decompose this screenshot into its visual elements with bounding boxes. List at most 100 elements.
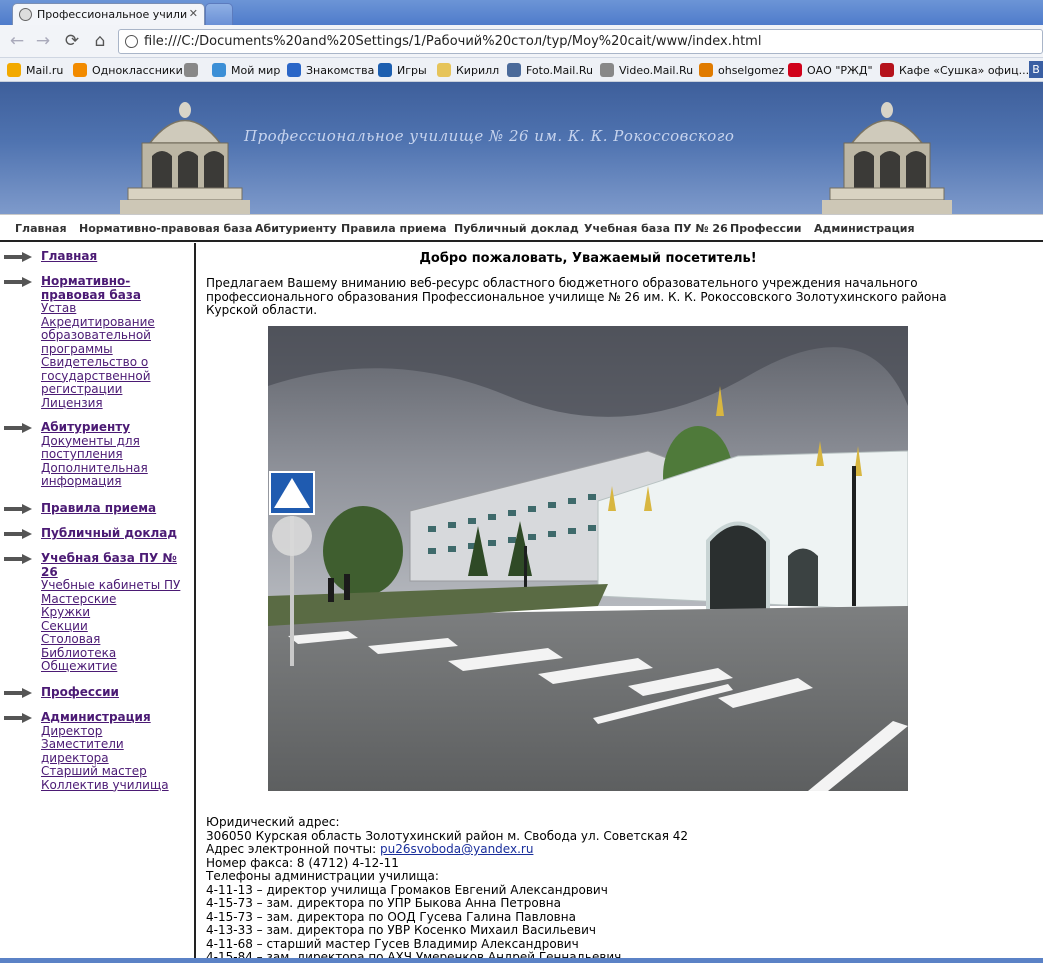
topmenu-professions[interactable]: Профессии <box>730 222 801 235</box>
college-building-photo <box>268 326 908 791</box>
bookmark-label: Знакомства <box>306 63 375 77</box>
welcome-heading: Добро пожаловать, Уважаемый посетитель! <box>419 251 757 266</box>
sidebar-heading-link[interactable]: Нормативно-правовая база <box>41 274 191 302</box>
bookmark-item[interactable]: Знакомства <box>287 62 374 78</box>
reload-icon[interactable]: ⟳ <box>61 31 83 51</box>
sidebar-sub-link[interactable]: Свидетельство о государственной регистра… <box>41 355 191 397</box>
phones-label: Телефоны администрации училища: <box>206 869 439 883</box>
email-line: Адрес электронной почты: pu26svoboda@yan… <box>206 842 1006 857</box>
sidebar-heading-link[interactable]: Учебная база ПУ № 26 <box>41 551 191 579</box>
sidebar-sub-link[interactable]: Директор <box>41 724 191 739</box>
home-icon[interactable]: ⌂ <box>89 31 111 51</box>
sidebar-sub-link[interactable]: Учебные кабинеты ПУ <box>41 578 191 593</box>
back-arrow-icon[interactable]: ← <box>6 31 28 51</box>
sidebar-heading-link[interactable]: Правила приема <box>41 501 191 516</box>
topmenu-administration[interactable]: Администрация <box>814 222 915 235</box>
topmenu-applicants[interactable]: Абитуриенту <box>255 222 337 235</box>
topmenu-legal-base[interactable]: Нормативно-правовая база <box>79 222 252 235</box>
bookmark-label: Игры <box>397 63 427 77</box>
bookmark-item[interactable]: Кирилл <box>437 62 499 78</box>
main-content: Добро пожаловать, Уважаемый посетитель! … <box>198 243 1043 963</box>
sidebar-heading-link[interactable]: Публичный доклад <box>41 526 191 541</box>
banner-title: Профессиональное училище № 26 им. К. К. … <box>244 127 735 145</box>
bookmark-item[interactable]: Mail.ru <box>7 62 63 78</box>
arrow-right-icon <box>4 554 32 564</box>
bookmark-item[interactable]: Foto.Mail.Ru <box>507 62 593 78</box>
new-tab-button[interactable] <box>205 3 233 25</box>
sidebar-sub-link[interactable]: Кружки <box>41 605 191 620</box>
bookmark-item[interactable]: ОАО "РЖД" <box>788 62 873 78</box>
mail-ru-icon <box>7 63 21 77</box>
rzd-icon <box>788 63 802 77</box>
topmenu-public-report[interactable]: Публичный доклад <box>454 222 579 235</box>
bookmark-item[interactable]: ohselgomez <box>699 62 784 78</box>
bookmark-item[interactable]: Мой мир <box>212 62 280 78</box>
bookmark-label: Foto.Mail.Ru <box>526 63 593 77</box>
browser-tab-strip: Профессиональное училище ✕ <box>0 0 1043 25</box>
bookmark-label: Mail.ru <box>26 63 64 77</box>
address-text: 306050 Курская область Золотухинский рай… <box>206 828 688 843</box>
phone-line: 4-15-73 – зам. директора по ООД Гусева Г… <box>206 909 576 924</box>
sidebar-sub-link[interactable]: Общежитие <box>41 659 191 674</box>
sidebar-heading-link[interactable]: Главная <box>41 249 191 264</box>
sidebar-heading-link[interactable]: Абитуриенту <box>41 420 191 435</box>
bookmark-label: Мой мир <box>231 63 281 77</box>
phone-line: 4-11-13 – директор училища Громаков Евге… <box>206 882 608 897</box>
address-bar[interactable]: file:///C:/Documents%20and%20Settings/1/… <box>118 29 1043 54</box>
arrow-right-icon <box>4 713 32 723</box>
sidebar-sub-link[interactable]: Секции <box>41 619 191 634</box>
topmenu-training-base[interactable]: Учебная база ПУ № 26 <box>584 222 728 235</box>
sidebar-heading-link[interactable]: Администрация <box>41 710 191 725</box>
sidebar-sub-link[interactable]: Лицензия <box>41 396 191 411</box>
topmenu-home[interactable]: Главная <box>15 222 67 235</box>
contacts-block: Юридический адрес: 306050 Курская област… <box>206 815 1006 963</box>
bookmark-item[interactable]: Одноклассники <box>73 62 183 78</box>
sidebar-sub-link[interactable]: Дополнительная информация <box>41 461 191 489</box>
window-bottom-edge <box>0 958 1043 963</box>
email-label: Адрес электронной почты: <box>206 842 380 856</box>
topmenu-admission-rules[interactable]: Правила приема <box>341 222 447 235</box>
forward-arrow-icon[interactable]: → <box>32 31 54 51</box>
folder-icon <box>437 63 451 77</box>
top-navigation: Главная Нормативно-правовая база Абитури… <box>0 214 1043 242</box>
bookmark-label: Кирилл <box>456 63 500 77</box>
browser-toolbar: ← → ⟳ ⌂ file:///C:/Documents%20and%20Set… <box>0 25 1043 58</box>
sidebar-sub-link[interactable]: Старший мастер <box>41 764 191 779</box>
bookmark-item[interactable]: Игры <box>378 62 427 78</box>
sidebar: Главная Нормативно-правовая база Устав Акре… <box>0 243 196 963</box>
church-dome-right-image <box>822 102 952 214</box>
sidebar-sub-link[interactable]: Документы для поступления <box>41 434 191 462</box>
sidebar-sub-link[interactable]: Заместители директора <box>41 737 191 765</box>
sidebar-sub-link[interactable]: Акредитирование образовательной программ… <box>41 315 191 357</box>
fax-text: Номер факса: 8 (4712) 4-12-11 <box>206 855 399 870</box>
address-label: Юридический адрес: <box>206 815 340 829</box>
sidebar-sub-link[interactable]: Столовая <box>41 632 191 647</box>
intro-paragraph: Предлагаем Вашему вниманию веб-ресурс об… <box>206 276 947 317</box>
bookmark-label: Video.Mail.Ru <box>619 63 694 77</box>
arrow-right-icon <box>4 423 32 433</box>
close-icon[interactable]: ✕ <box>189 7 198 20</box>
cafe-icon <box>880 63 894 77</box>
tab-title: Профессиональное училище <box>37 8 187 21</box>
at-icon <box>287 63 301 77</box>
arrow-right-icon <box>4 277 32 287</box>
sidebar-heading-link[interactable]: Профессии <box>41 685 191 700</box>
arrow-right-icon <box>4 252 32 262</box>
arrow-right-icon <box>4 504 32 514</box>
bookmarks-overflow-button[interactable]: B <box>1029 61 1043 78</box>
bookmark-item[interactable]: Video.Mail.Ru <box>600 62 693 78</box>
sidebar-sub-link[interactable]: Библиотека <box>41 646 191 661</box>
sidebar-sub-link[interactable]: Устав <box>41 301 191 316</box>
church-dome-left-image <box>120 102 250 214</box>
odnoklassniki-icon <box>73 63 87 77</box>
fo-icon <box>699 63 713 77</box>
sidebar-sub-link[interactable]: Коллектив училища <box>41 778 191 793</box>
browser-tab-active[interactable]: Профессиональное училище ✕ <box>12 3 205 25</box>
bookmark-item[interactable] <box>184 62 203 78</box>
bookmark-label: ohselgomez <box>718 63 785 77</box>
site-banner: Профессиональное училище № 26 им. К. К. … <box>0 82 1043 214</box>
page-icon <box>125 35 138 48</box>
bookmark-item[interactable]: Кафе «Сушка» офиц... <box>880 62 1029 78</box>
sidebar-sub-link[interactable]: Мастерские <box>41 592 191 607</box>
email-link[interactable]: pu26svoboda@yandex.ru <box>380 842 533 856</box>
